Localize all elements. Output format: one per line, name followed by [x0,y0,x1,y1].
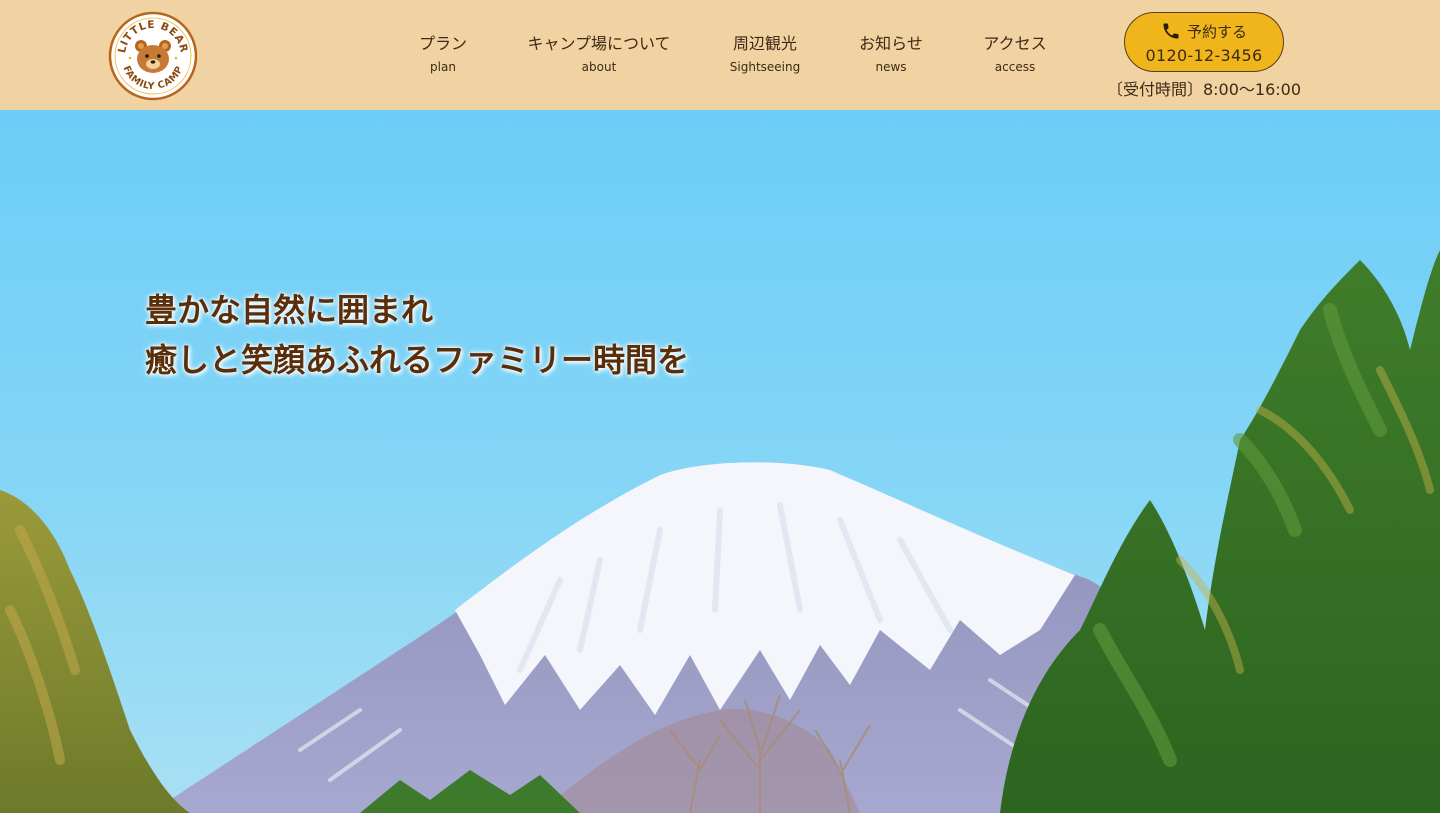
nav-label-en: news [875,60,907,74]
nav-label-en: about [581,60,617,74]
nav-item-about[interactable]: キャンプ場について about [527,33,670,74]
nav-item-news[interactable]: お知らせ news [859,33,923,74]
reserve-button[interactable]: 予約する 0120-12-3456 [1124,12,1284,72]
nav-label-ja: お知らせ [859,34,923,53]
reception-hours: 〔受付時間〕8:00〜16:00 [1106,80,1302,99]
nav-label-ja: 周辺観光 [732,34,798,53]
nav-label-ja: プラン [418,34,468,53]
nav-label-ja: キャンプ場について [527,34,671,53]
nav-label-ja: アクセス [983,34,1047,53]
reserve-phone-number: 0120-12-3456 [1145,46,1263,65]
hero-line-2: 癒しと笑顔あふれるファミリー時間を [145,341,690,379]
hero-section: 豊かな自然に囲まれ 癒しと笑顔あふれるファミリー時間を [0,110,1440,813]
hero-catchphrase: 豊かな自然に囲まれ 癒しと笑顔あふれるファミリー時間を [145,285,689,385]
nav-label-en: Sightseeing [729,60,801,74]
nav-label-en: access [994,60,1036,74]
hero-line-1: 豊かな自然に囲まれ [145,291,434,329]
nav-item-access[interactable]: アクセス access [983,33,1046,74]
site-header: LITTLE BEAR FAMILY CAMP プラン plan キャンプ場につ… [0,0,1440,110]
nav-item-sightseeing[interactable]: 周辺観光 Sightseeing [730,33,800,74]
phone-icon [1163,23,1179,39]
nav-label-en: plan [430,60,456,74]
reserve-label: 予約する [1186,22,1247,41]
nav-item-plan[interactable]: プラン plan [419,33,467,74]
hero-mount-fuji-image [0,110,1440,813]
reserve-label-row: 予約する [1125,20,1283,42]
